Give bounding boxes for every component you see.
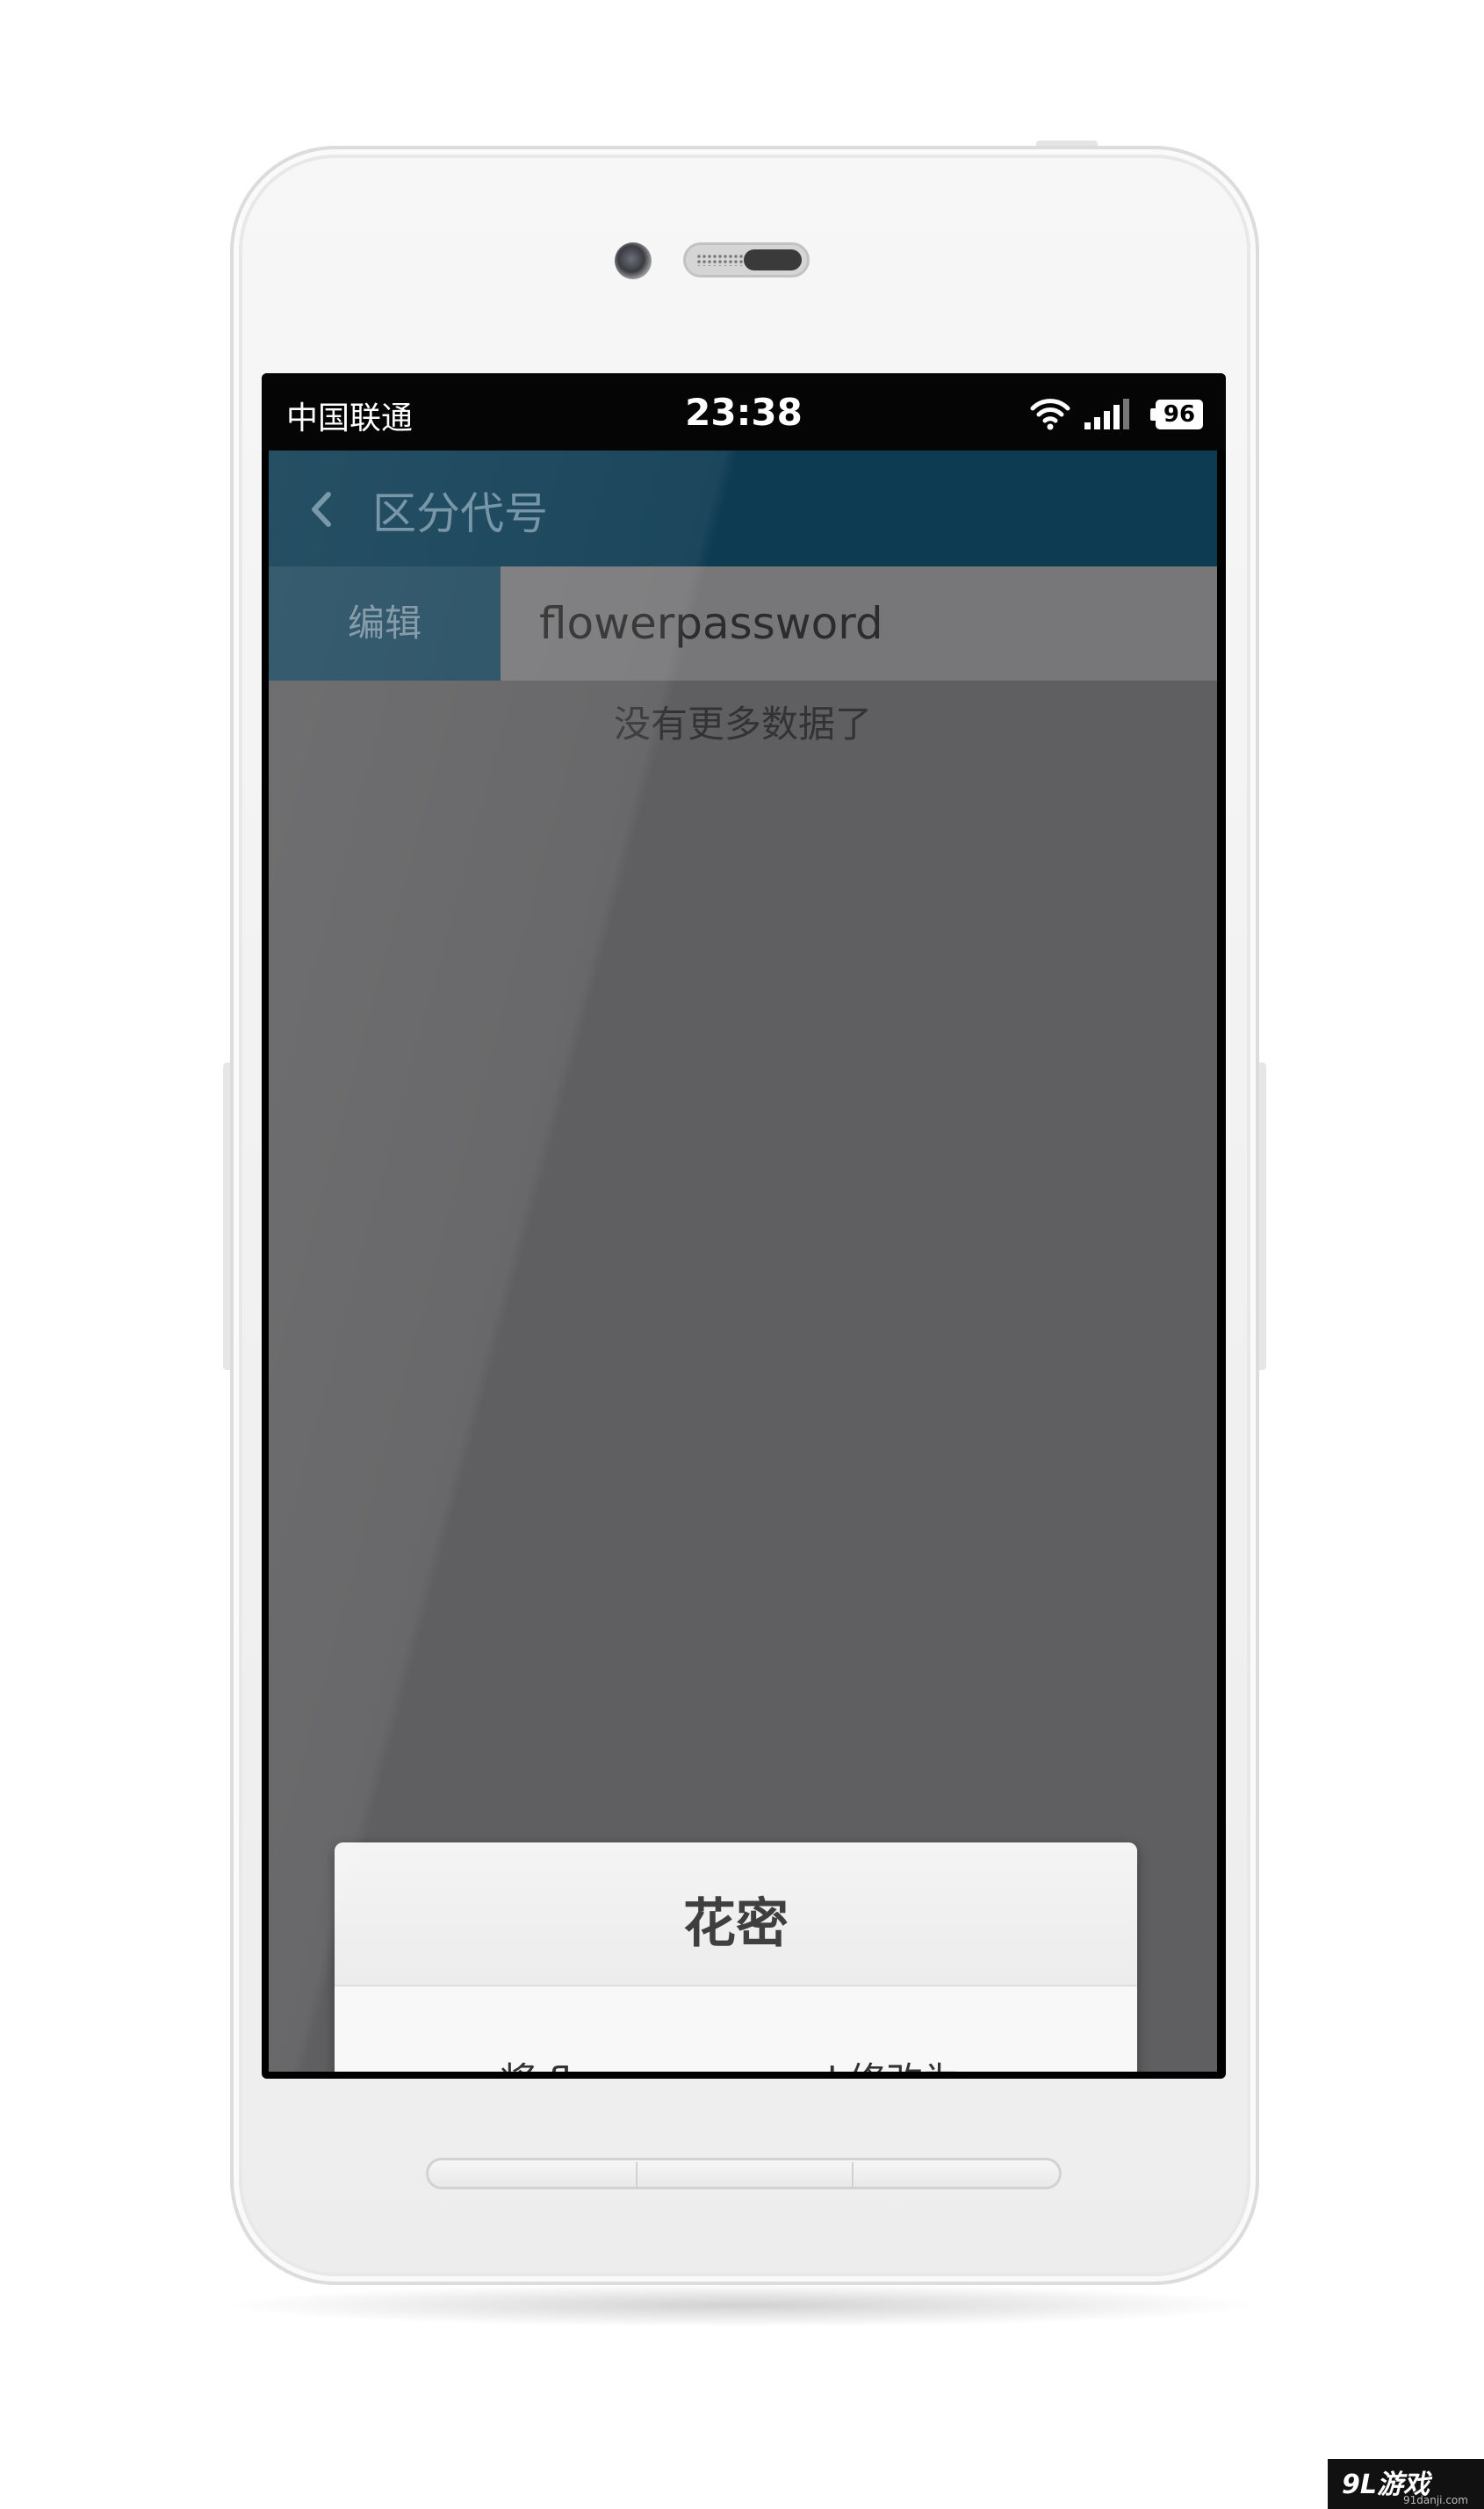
screen-glare (269, 451, 1217, 2072)
signal-strength-icon (1084, 399, 1129, 429)
watermark-url: 91danji.com (1403, 2494, 1468, 2506)
earpiece-speaker (683, 242, 810, 278)
status-bar: 中国联通 23:38 96 (262, 373, 1226, 451)
navigation-keys (426, 2158, 1062, 2189)
dialog-header: 花密 (335, 1842, 1137, 1986)
dialog-message: 将 flowerpassword 修改为: (335, 2051, 1137, 2072)
dialog-title: 花密 (683, 1893, 789, 1955)
page-title: 区分代号 (372, 488, 548, 539)
edit-button[interactable]: 编辑 (269, 566, 501, 681)
no-more-data-text: 没有更多数据了 (613, 703, 872, 746)
battery-icon: 96 (1150, 400, 1203, 429)
volume-button (223, 1063, 230, 1370)
app-content: 区分代号 编辑 flowerpassword 没有更多数据了 花密 将 flow… (269, 451, 1217, 2072)
nav-key-divider (636, 2162, 638, 2187)
list-item: 编辑 flowerpassword (269, 566, 1217, 681)
front-camera (615, 242, 652, 279)
wifi-icon (1030, 399, 1070, 430)
back-arrow-icon[interactable] (304, 487, 339, 531)
status-clock: 23:38 (685, 391, 803, 434)
side-button (1259, 1063, 1266, 1370)
rename-dialog: 花密 将 flowerpassword 修改为: 取消 确定 (335, 1842, 1137, 2072)
sensor-slot (744, 249, 802, 270)
list-item-label: flowerpassword (539, 598, 883, 649)
page: 中国联通 23:38 96 区分代号 编辑 flowerpassword 没有更… (0, 0, 1484, 2509)
nav-key-divider (852, 2162, 854, 2187)
title-bar: 区分代号 (269, 451, 1217, 566)
phone-shadow (220, 2283, 1264, 2327)
watermark-logo: 9L游戏 91danji.com (1328, 2459, 1484, 2509)
speaker-grill (696, 254, 747, 266)
battery-level: 96 (1156, 400, 1203, 429)
phone-screen: 中国联通 23:38 96 区分代号 编辑 flowerpassword 没有更… (262, 373, 1226, 2079)
